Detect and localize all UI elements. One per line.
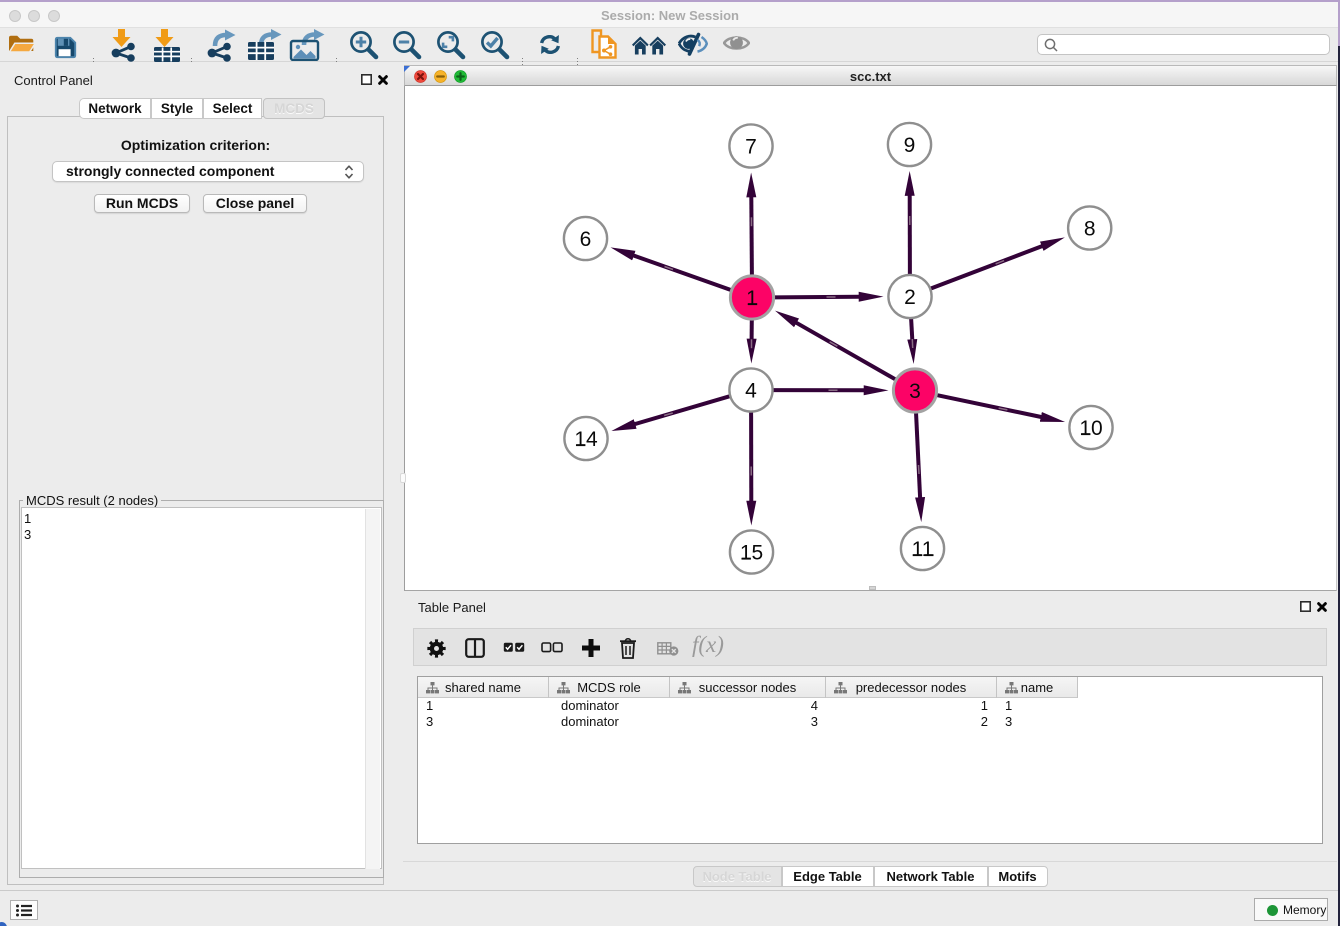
- svg-text:14: 14: [574, 428, 598, 451]
- svg-text:6: 6: [580, 228, 592, 251]
- svg-text:7: 7: [745, 136, 757, 159]
- svg-text:15: 15: [740, 542, 763, 565]
- svg-text:8: 8: [1084, 218, 1096, 241]
- svg-text:9: 9: [904, 134, 916, 157]
- svg-text:2: 2: [904, 286, 916, 309]
- svg-text:10: 10: [1079, 417, 1102, 440]
- svg-text:4: 4: [745, 380, 757, 403]
- svg-text:1: 1: [746, 287, 758, 310]
- svg-text:11: 11: [912, 538, 934, 561]
- svg-text:3: 3: [909, 380, 921, 403]
